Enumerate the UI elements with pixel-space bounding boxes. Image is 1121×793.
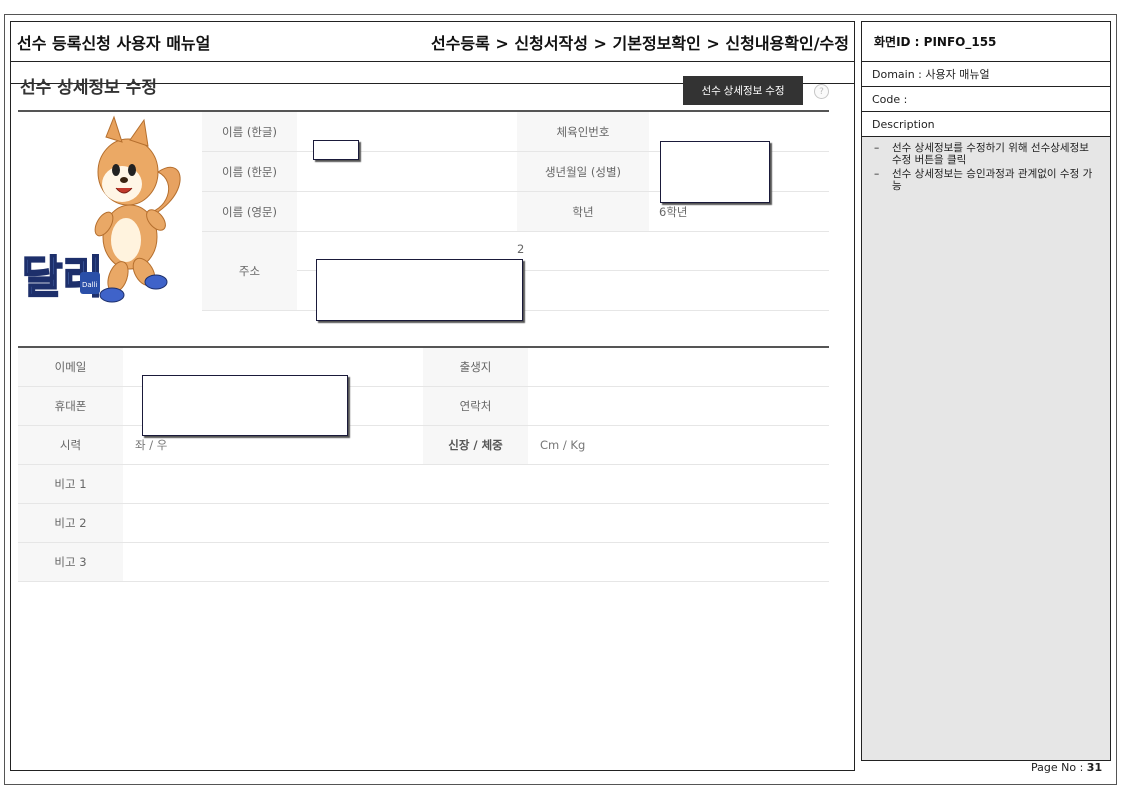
address-label: 주소 xyxy=(202,232,297,310)
redacted-id-birth xyxy=(660,141,770,203)
contact-row: 이메일 출생지 xyxy=(18,348,829,387)
redacted-name xyxy=(313,140,359,160)
document-header: 선수 등록신청 사용자 매뉴얼 선수등록 > 신청서작성 > 기본정보확인 > … xyxy=(11,22,854,62)
mascot-logo-sub: Dalli xyxy=(82,281,98,289)
description-item: 선수 상세정보를 수정하기 위해 선수상세정보 수정 버튼을 클릭 xyxy=(872,142,1100,166)
sport-id-label: 체육인번호 xyxy=(517,112,649,151)
help-icon[interactable]: ? xyxy=(814,84,829,99)
name-english-label: 이름 (영문) xyxy=(202,192,297,231)
note-3-value xyxy=(123,543,135,581)
birthplace-label: 출생지 xyxy=(423,348,528,386)
birthplace-value xyxy=(528,348,540,386)
page-number-label: Page No : xyxy=(1031,761,1084,774)
phone-label: 연락처 xyxy=(423,387,528,425)
name-korean-label: 이름 (한글) xyxy=(202,112,297,151)
name-english-value xyxy=(297,192,517,231)
description-label: Description xyxy=(862,112,1110,137)
note-3-label: 비고 3 xyxy=(18,543,123,581)
breadcrumb: 선수등록 > 신청서작성 > 기본정보확인 > 신청내용확인/수정 xyxy=(430,34,849,53)
document-title: 선수 등록신청 사용자 매뉴얼 xyxy=(17,34,211,53)
redacted-address xyxy=(316,259,523,321)
code-row: Code : xyxy=(862,87,1110,112)
contact-row: 비고 3 xyxy=(18,543,829,582)
mobile-value xyxy=(123,387,135,425)
page-number-value: 31 xyxy=(1086,761,1103,774)
phone-value xyxy=(528,387,540,425)
height-weight-value: Cm / Kg xyxy=(540,438,586,452)
redacted-email-mobile xyxy=(142,375,348,436)
vision-label: 시력 xyxy=(18,426,123,464)
contact-row: 비고 2 xyxy=(18,504,829,543)
mobile-label: 휴대폰 xyxy=(18,387,123,425)
name-hanja-label: 이름 (한문) xyxy=(202,152,297,191)
mascot-image: 달리 Dalli xyxy=(18,112,202,312)
screen-id: 화면ID : PINFO_155 xyxy=(862,22,1110,62)
birth-gender-label: 생년월일 (성별) xyxy=(517,152,649,191)
domain-row: Domain : 사용자 매뉴얼 xyxy=(862,62,1110,87)
mascot-squirrel-icon: 달리 Dalli xyxy=(21,115,181,304)
note-2-label: 비고 2 xyxy=(18,504,123,542)
grade-label: 학년 xyxy=(517,192,649,231)
note-1-label: 비고 1 xyxy=(18,465,123,503)
contact-row: 시력 좌 / 우 신장 / 체중 Cm / Kg xyxy=(18,426,829,465)
email-label: 이메일 xyxy=(18,348,123,386)
contact-row: 비고 1 xyxy=(18,465,829,504)
email-value xyxy=(123,348,135,386)
contact-row: 휴대폰 연락처 xyxy=(18,387,829,426)
note-1-value xyxy=(123,465,135,503)
page-title: 선수 상세정보 수정 xyxy=(20,78,157,98)
edit-player-details-button[interactable]: 선수 상세정보 수정 xyxy=(683,76,803,105)
height-weight-label: 신장 / 체중 xyxy=(423,426,528,464)
description-list: 선수 상세정보를 수정하기 위해 선수상세정보 수정 버튼을 클릭 선수 상세정… xyxy=(862,138,1110,194)
note-2-value xyxy=(123,504,135,542)
page-number: Page No : 31 xyxy=(1031,761,1102,774)
description-item: 선수 상세정보는 승인과정과 관계없이 수정 가능 xyxy=(872,168,1100,192)
info-panel: 화면ID : PINFO_155 Domain : 사용자 매뉴얼 Code :… xyxy=(861,21,1111,761)
